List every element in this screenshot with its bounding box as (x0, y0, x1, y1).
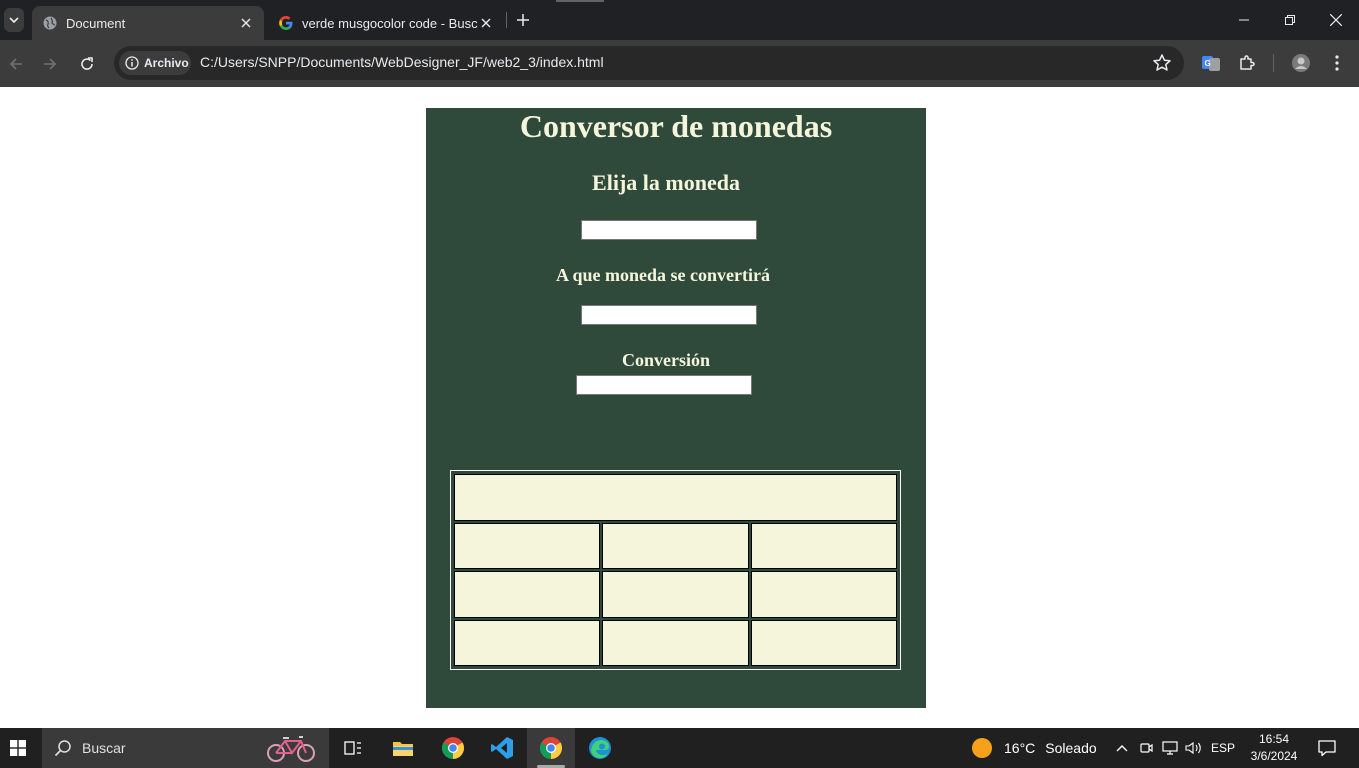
show-hidden-icons-button[interactable] (1112, 728, 1132, 768)
input-language-indicator[interactable]: ESP (1208, 728, 1238, 768)
tab-title: Document (66, 15, 126, 31)
restore-icon (1285, 15, 1295, 25)
table-row (454, 474, 897, 521)
notification-center-button[interactable] (1312, 728, 1342, 768)
address-bar[interactable]: Archivo C:/Users/SNPP/Documents/WebDesig… (114, 46, 1184, 80)
site-info-chip[interactable]: Archivo (119, 51, 191, 75)
table-cell (602, 619, 749, 666)
tab-separator (506, 12, 507, 28)
minimize-icon (1239, 19, 1249, 21)
reload-icon (81, 57, 93, 70)
table-cell (454, 619, 601, 666)
browser-toolbar: Archivo C:/Users/SNPP/Documents/WebDesig… (0, 40, 1359, 87)
page-title: Conversor de monedas (519, 108, 833, 144)
clock-date: 3/6/2024 (1250, 749, 1298, 763)
table-header-cell (454, 474, 897, 521)
table-row (454, 571, 897, 618)
new-tab-button[interactable] (512, 9, 534, 31)
source-currency-input[interactable] (581, 220, 757, 240)
converter-panel: Conversor de monedas Elija la moneda A q… (426, 108, 926, 708)
system-clock[interactable]: 16:54 3/6/2024 (1244, 731, 1304, 765)
table-row (454, 619, 897, 666)
reload-button[interactable] (75, 52, 99, 76)
start-button[interactable] (0, 728, 36, 768)
task-view-icon (344, 741, 361, 755)
table-cell (750, 571, 897, 618)
edge-icon (589, 737, 611, 759)
tab-title: verde musgocolor code - Buscar (302, 15, 478, 31)
network-icon[interactable] (1159, 728, 1181, 768)
file-explorer-button[interactable] (379, 728, 427, 768)
google-icon (278, 15, 294, 31)
weather-condition: Soleado (1045, 740, 1097, 756)
edge-taskbar-button[interactable] (576, 728, 624, 768)
profile-avatar[interactable] (1290, 52, 1312, 74)
bicycle-icon (267, 736, 315, 762)
target-currency-heading: A que moneda se convertirá (556, 265, 770, 285)
windows-logo-icon (10, 740, 26, 756)
notification-icon (1318, 740, 1336, 757)
restore-button[interactable] (1267, 0, 1313, 40)
task-view-button[interactable] (329, 728, 377, 768)
source-currency-heading: Elija la moneda (592, 170, 740, 195)
chrome-icon (540, 737, 562, 759)
volume-icon[interactable] (1183, 728, 1205, 768)
info-icon (125, 56, 139, 70)
bookmark-star-icon[interactable] (1152, 53, 1172, 73)
browser-tab-bar: Document verde musgocolor code - Buscar (0, 0, 1359, 40)
table-cell (750, 522, 897, 569)
meet-now-icon[interactable] (1137, 728, 1155, 768)
conversion-result-input[interactable] (576, 375, 752, 395)
arrow-left-icon (9, 58, 22, 70)
currency-table (450, 470, 901, 670)
page-viewport: Conversor de monedas Elija la moneda A q… (0, 87, 1359, 728)
table-cell (750, 619, 897, 666)
search-icon (54, 740, 71, 757)
chevron-up-icon (1116, 745, 1128, 752)
close-icon (1330, 14, 1342, 26)
vscode-taskbar-button[interactable] (478, 728, 526, 768)
chrome-active-taskbar-button[interactable] (527, 728, 575, 768)
forward-button[interactable] (38, 52, 62, 76)
table-cell (602, 522, 749, 569)
minimize-button[interactable] (1221, 0, 1267, 40)
conversion-heading: Conversión (621, 350, 710, 370)
sun-icon (972, 738, 992, 758)
folder-icon (393, 742, 413, 756)
globe-icon (42, 15, 58, 31)
google-translate-icon[interactable]: G (1200, 52, 1222, 74)
close-tab-icon[interactable] (238, 15, 254, 31)
clock-time: 16:54 (1258, 732, 1290, 746)
toolbar-divider (1273, 54, 1274, 72)
chrome-taskbar-button[interactable] (429, 728, 477, 768)
close-window-button[interactable] (1313, 0, 1359, 40)
table-cell (454, 522, 601, 569)
site-info-label: Archivo (144, 56, 189, 70)
svg-text:G: G (1205, 59, 1211, 68)
windows-taskbar: Buscar 16°C Soleado ESP 16:54 3/6/2024 (0, 728, 1359, 768)
target-currency-input[interactable] (581, 305, 757, 325)
drag-area-indicator (556, 0, 604, 2)
table-row (454, 522, 897, 569)
chrome-icon (442, 737, 464, 759)
url-text[interactable]: C:/Users/SNPP/Documents/WebDesigner_JF/w… (200, 54, 604, 70)
tab-document[interactable]: Document (32, 6, 264, 40)
taskbar-search-placeholder: Buscar (82, 740, 126, 756)
table-cell (602, 571, 749, 618)
weather-temperature: 16°C (1004, 740, 1036, 756)
tab-google-search[interactable]: verde musgocolor code - Buscar (268, 6, 504, 40)
table-cell (454, 571, 601, 618)
weather-widget[interactable]: 16°C Soleado (972, 728, 1097, 768)
extensions-puzzle-icon[interactable] (1236, 52, 1258, 74)
arrow-right-icon (44, 58, 57, 70)
plus-icon (517, 14, 529, 26)
taskbar-search[interactable]: Buscar (42, 728, 329, 768)
close-tab-icon[interactable] (478, 15, 494, 31)
tab-search-button[interactable] (4, 8, 24, 32)
more-menu-icon[interactable] (1326, 52, 1348, 74)
chevron-down-icon (9, 17, 19, 24)
vscode-icon (491, 737, 513, 759)
back-button[interactable] (4, 52, 28, 76)
